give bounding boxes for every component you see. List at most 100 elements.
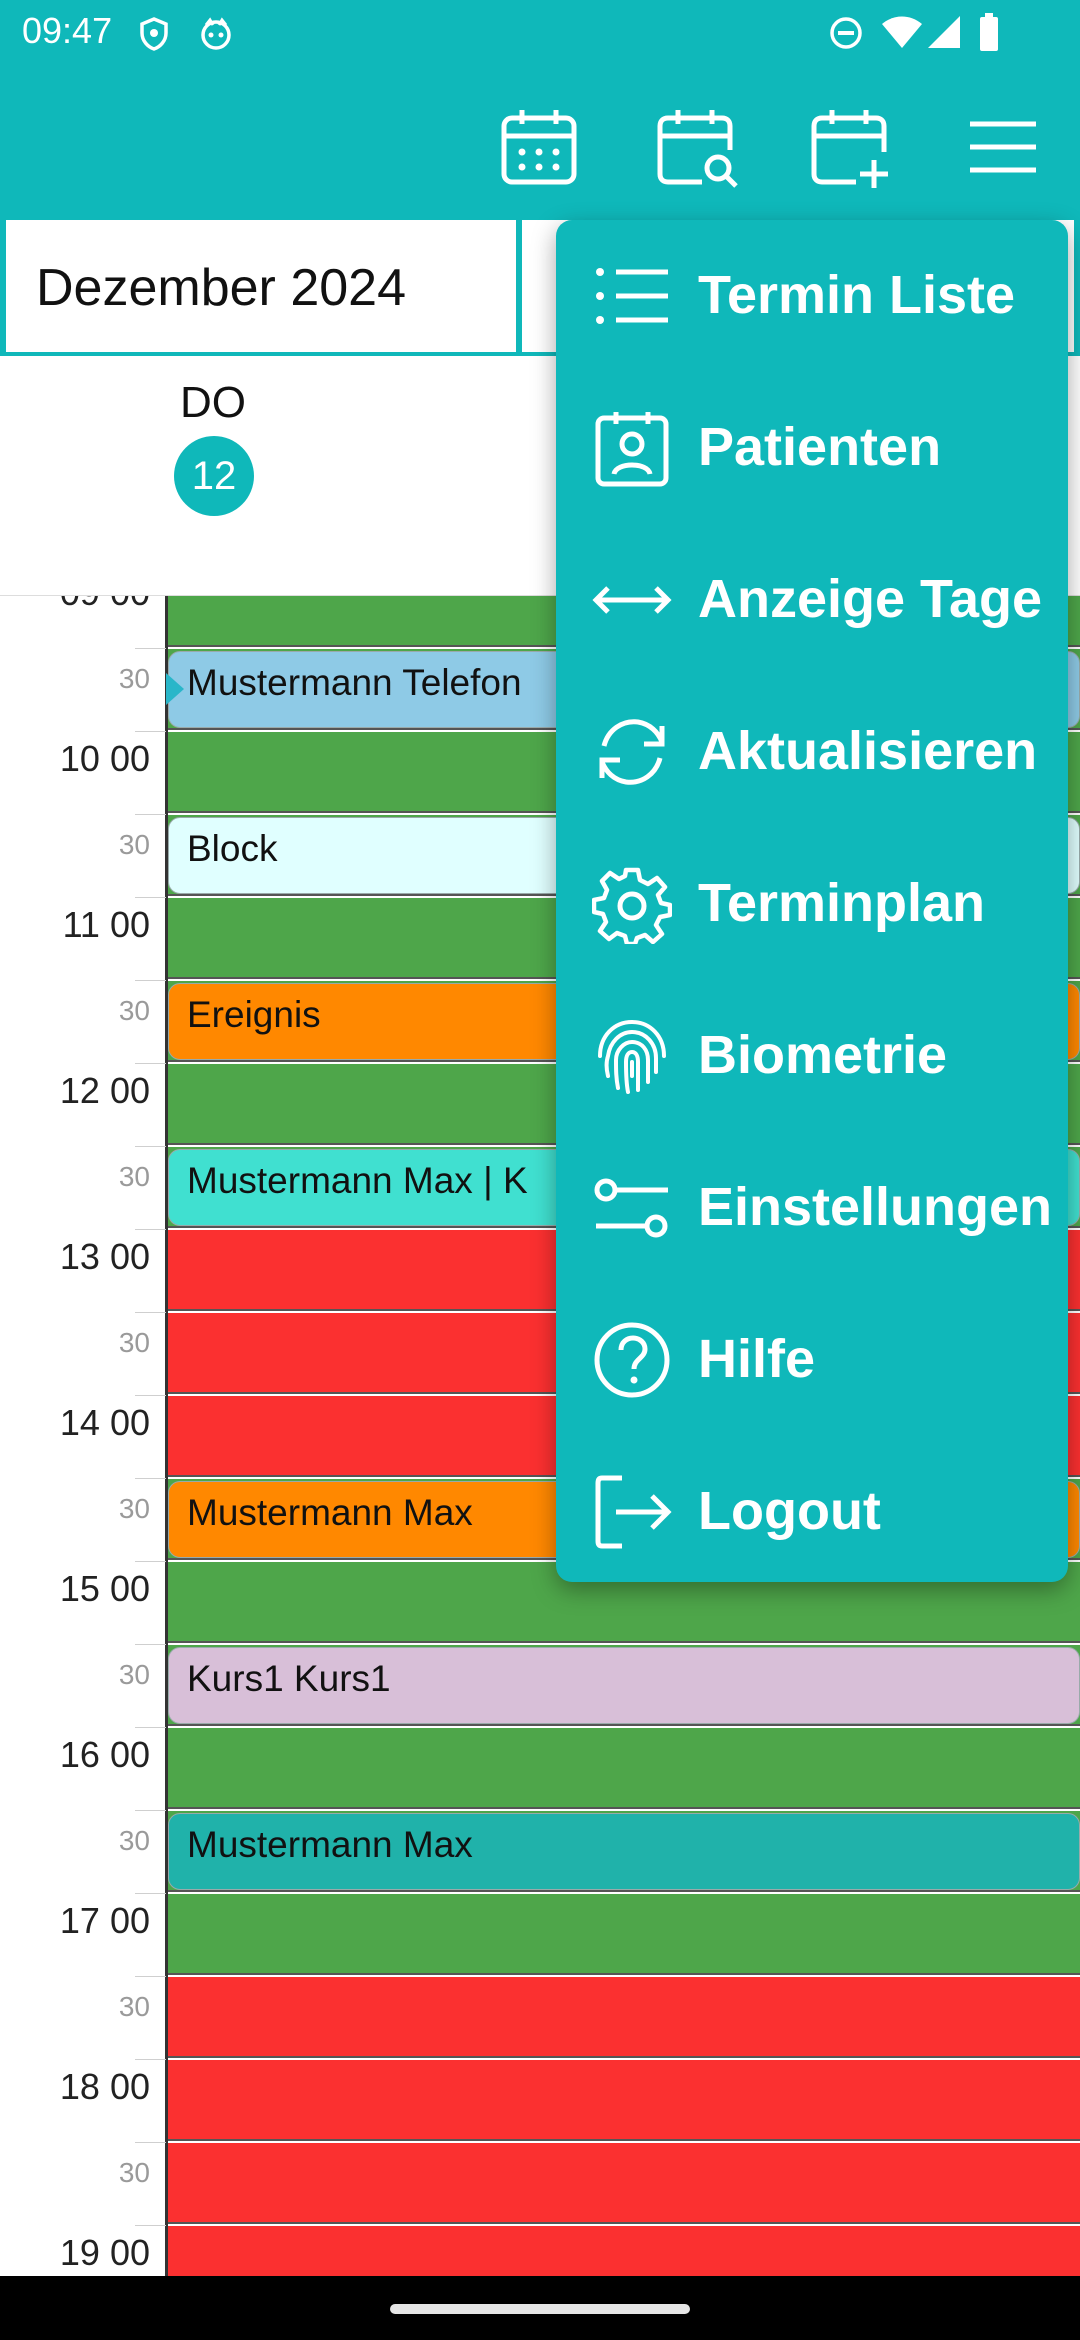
time-tick — [135, 1146, 166, 1147]
time-tick — [135, 2059, 166, 2060]
appointment-title: Mustermann Max | K — [187, 1160, 528, 1201]
time-slot-blocked[interactable] — [168, 1977, 1080, 2058]
patient-card-icon — [595, 412, 669, 487]
time-tick — [135, 1727, 166, 1728]
settings-sliders-icon — [594, 1178, 668, 1238]
menu-item-terminplan[interactable]: Terminplan — [556, 828, 1068, 980]
appointment-event[interactable]: Kurs1 Kurs1 — [168, 1647, 1080, 1724]
calendar-add-icon[interactable] — [806, 102, 896, 192]
menu-item-label: Termin Liste — [698, 265, 1016, 325]
time-tick — [135, 1644, 166, 1645]
hour-label: 17 00 — [59, 1900, 150, 1941]
calendar-view-icon[interactable] — [496, 102, 586, 192]
half-hour-label: 30 — [118, 1659, 150, 1690]
menu-item-label: Biometrie — [698, 1025, 948, 1085]
navigation-bar — [0, 2276, 1080, 2340]
time-tick — [135, 2142, 166, 2143]
menu-item-termin-liste[interactable]: Termin Liste — [556, 220, 1068, 372]
day-number-badge[interactable]: 12 — [174, 436, 254, 516]
status-time: 09:47 — [22, 10, 113, 51]
time-tick — [135, 1976, 166, 1977]
menu-item-hilfe[interactable]: Hilfe — [556, 1284, 1068, 1436]
half-hour-label: 30 — [118, 1825, 150, 1856]
help-icon — [594, 1322, 670, 1398]
appointment-title: Mustermann Max — [187, 1824, 473, 1865]
time-tick — [135, 1893, 166, 1894]
appointment-title: Ereignis — [187, 994, 321, 1035]
hour-label: 18 00 — [59, 2066, 150, 2107]
hour-label: 12 00 — [59, 1070, 150, 1111]
hour-label: 09 00 — [0, 596, 168, 614]
app-bar — [0, 66, 1080, 218]
logout-icon — [595, 1475, 672, 1549]
half-hour-label: 30 — [118, 1161, 150, 1192]
menu-icon[interactable] — [958, 102, 1048, 192]
menu-item-biometrie[interactable]: Biometrie — [556, 980, 1068, 1132]
time-tick — [135, 1229, 166, 1230]
time-tick — [135, 1312, 166, 1313]
wifi-icon — [882, 16, 922, 48]
time-slot-blocked[interactable] — [168, 2143, 1080, 2224]
menu-item-logout[interactable]: Logout — [556, 1436, 1068, 1588]
menu-item-label: Terminplan — [698, 873, 986, 933]
time-tick — [135, 731, 166, 732]
current-time-marker — [166, 673, 184, 705]
appointment-title: Mustermann Max — [187, 1492, 473, 1533]
hour-label: 13 00 — [59, 1236, 150, 1277]
appointment-title: Mustermann Telefon — [187, 662, 522, 703]
menu-item-anzeige-tage[interactable]: Anzeige Tage — [556, 524, 1068, 676]
calendar-search-icon[interactable] — [652, 102, 742, 192]
hour-label: 19 00 — [59, 2232, 150, 2273]
fingerprint-icon — [598, 1019, 666, 1094]
app-notification-icon — [201, 17, 231, 50]
menu-item-aktualisieren[interactable]: Aktualisieren — [556, 676, 1068, 828]
appointment-event[interactable]: Mustermann Max — [168, 1813, 1080, 1890]
menu-item-patienten[interactable]: Patienten — [556, 372, 1068, 524]
menu-item-label: Patienten — [698, 417, 942, 477]
overflow-menu: Termin Liste Patienten Anzeige Tage Aktu… — [556, 220, 1068, 1582]
time-tick — [135, 897, 166, 898]
half-hour-label: 30 — [118, 829, 150, 860]
menu-item-label: Hilfe — [698, 1329, 816, 1389]
month-selector[interactable]: Dezember 2024 — [6, 220, 516, 352]
menu-item-label: Aktualisieren — [698, 721, 1038, 781]
hour-label: 15 00 — [59, 1568, 150, 1609]
weekday-label: DO — [180, 378, 246, 427]
hour-label: 11 00 — [62, 904, 150, 945]
home-gesture-handle[interactable] — [390, 2304, 690, 2314]
time-slot-free[interactable] — [168, 1894, 1080, 1975]
half-hour-label: 30 — [118, 1327, 150, 1358]
half-hour-label: 30 — [118, 1991, 150, 2022]
gear-icon — [592, 867, 672, 944]
half-hour-label: 30 — [118, 1493, 150, 1524]
menu-item-label: Einstellungen — [698, 1177, 1053, 1237]
time-tick — [135, 1810, 166, 1811]
hour-label: 14 00 — [59, 1402, 150, 1443]
menu-item-label: Anzeige Tage — [698, 569, 1043, 629]
time-tick — [135, 648, 166, 649]
time-slot-free[interactable] — [168, 1728, 1080, 1809]
appointment-title: Block — [187, 828, 278, 869]
list-icon — [596, 268, 668, 324]
time-slot-blocked[interactable] — [168, 2060, 1080, 2141]
time-tick — [135, 1395, 166, 1396]
time-tick — [135, 814, 166, 815]
arrows-horizontal-icon — [592, 586, 672, 614]
half-hour-label: 30 — [118, 995, 150, 1026]
vpn-shield-icon — [140, 17, 168, 51]
status-bar: 09:47 — [0, 0, 1080, 66]
appointment-title: Kurs1 Kurs1 — [187, 1658, 391, 1699]
time-tick — [135, 1561, 166, 1562]
time-tick — [135, 1478, 166, 1479]
menu-item-einstellungen[interactable]: Einstellungen — [556, 1132, 1068, 1284]
cellular-signal-icon — [928, 16, 960, 48]
half-hour-label: 30 — [118, 2157, 150, 2188]
time-tick — [135, 2225, 166, 2226]
refresh-icon — [599, 719, 665, 785]
battery-icon — [980, 13, 998, 51]
menu-item-label: Logout — [698, 1481, 881, 1541]
month-label: Dezember 2024 — [36, 259, 406, 317]
hour-label: 16 00 — [59, 1734, 150, 1775]
time-slot-blocked[interactable] — [168, 2226, 1080, 2276]
do-not-disturb-icon — [830, 17, 862, 49]
